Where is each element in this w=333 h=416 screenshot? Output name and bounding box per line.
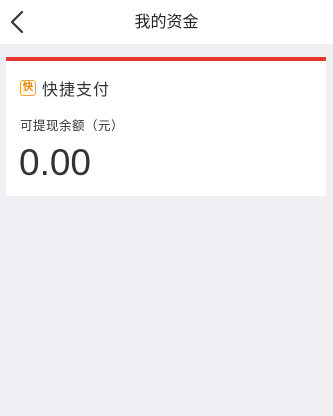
quick-pay-row: 快 快捷支付: [20, 77, 110, 99]
withdrawable-balance-value: 0.00: [19, 142, 92, 183]
quick-pay-icon: 快: [20, 80, 36, 96]
page-title: 我的资金: [134, 12, 199, 31]
navigation-bar: 我的资金: [0, 0, 333, 44]
app-screen: 我的资金 快 快捷支付 可提现余额（元） 0.00: [0, 0, 333, 416]
withdrawable-balance-label: 可提现余额（元）: [20, 118, 125, 133]
card-accent-bar: [6, 57, 326, 61]
quick-pay-title: 快捷支付: [42, 80, 111, 99]
funds-card: 快 快捷支付 可提现余额（元） 0.00: [6, 57, 326, 196]
